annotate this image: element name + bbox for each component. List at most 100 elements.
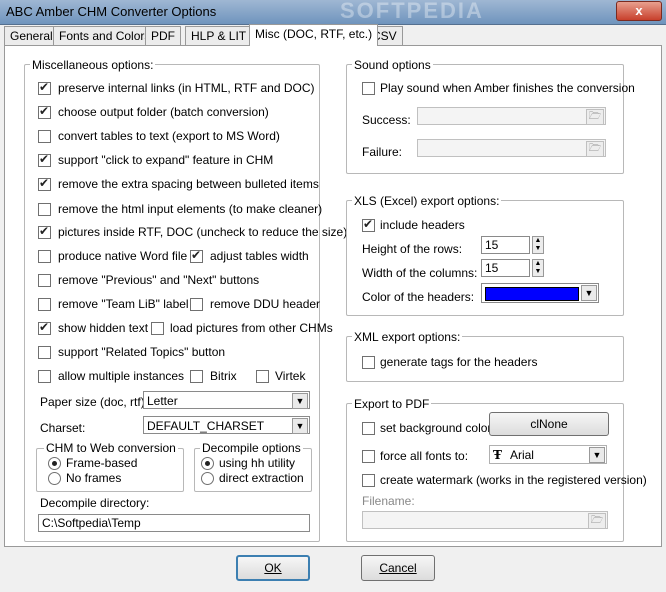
filename-input[interactable]: 🗁 xyxy=(362,511,608,529)
success-input[interactable]: 🗁 xyxy=(417,107,606,125)
checkbox-extra-spacing[interactable] xyxy=(38,176,51,191)
decompile-title: Decompile options xyxy=(200,441,303,455)
label-generate-tags: generate tags for the headers xyxy=(380,355,538,369)
radio-no-frames[interactable] xyxy=(48,472,61,485)
checkbox-related-topics[interactable] xyxy=(38,346,51,359)
close-button[interactable]: x xyxy=(616,1,662,21)
tab-pdf[interactable]: PDF xyxy=(145,26,181,45)
checkbox-play-sound[interactable] xyxy=(362,82,375,95)
label-native-word: produce native Word file xyxy=(58,249,188,263)
checkbox-html-input[interactable] xyxy=(38,203,51,216)
label-virtek: Virtek xyxy=(275,369,306,383)
label-watermark: create watermark (works in the registere… xyxy=(380,473,647,487)
label-force-fonts: force all fonts to: xyxy=(380,449,469,463)
tab-general[interactable]: General xyxy=(4,26,59,45)
checkbox-virtek[interactable] xyxy=(256,370,269,383)
bg-color-button[interactable]: clNone xyxy=(489,412,609,436)
label-bg-color: set background color xyxy=(380,421,492,435)
checkbox-multiple-instances[interactable] xyxy=(38,370,51,383)
window-title: ABC Amber CHM Converter Options xyxy=(6,4,217,19)
label-bitrix: Bitrix xyxy=(210,369,237,383)
font-value: Arial xyxy=(509,448,534,462)
checkbox-other-chms[interactable] xyxy=(151,322,164,335)
close-icon: x xyxy=(635,3,643,18)
decompile-dir-label: Decompile directory: xyxy=(40,496,150,510)
failure-label: Failure: xyxy=(362,145,403,159)
col-width-input[interactable]: 15 xyxy=(481,259,530,277)
label-play-sound: Play sound when Amber finishes the conve… xyxy=(380,81,635,95)
label-extra-spacing: remove the extra spacing between bullete… xyxy=(58,177,319,191)
checkbox-watermark[interactable] xyxy=(362,474,375,487)
checkbox-remove-prev-next[interactable] xyxy=(38,274,51,287)
cancel-label: Cancel xyxy=(379,561,417,575)
ok-label: OK xyxy=(264,561,282,575)
checkbox-generate-tags[interactable] xyxy=(362,356,375,369)
checkbox-pictures-inside[interactable] xyxy=(38,224,51,239)
label-include-headers: include headers xyxy=(380,218,465,232)
chevron-down-icon: ▼ xyxy=(292,418,308,434)
label-pictures-inside: pictures inside RTF, DOC (uncheck to red… xyxy=(58,225,348,239)
tab-hlp-lit[interactable]: HLP & LIT xyxy=(185,26,253,45)
checkbox-tables-to-text[interactable] xyxy=(38,130,51,143)
misc-options-title: Miscellaneous options: xyxy=(30,58,156,72)
radio-hh-utility[interactable] xyxy=(201,457,214,470)
label-hh-utility: using hh utility xyxy=(219,456,296,470)
decompile-dir-value: C:\Softpedia\Temp xyxy=(42,516,141,530)
label-direct-extraction: direct extraction xyxy=(219,471,304,485)
header-color-select[interactable]: ▼ xyxy=(481,283,599,303)
col-width-spinner[interactable]: ▲ ▼ xyxy=(532,259,544,277)
checkbox-ddu-header[interactable] xyxy=(190,298,203,311)
checkbox-click-to-expand[interactable] xyxy=(38,152,51,167)
success-label: Success: xyxy=(362,113,411,127)
folder-icon[interactable]: 🗁 xyxy=(588,513,606,529)
decompile-dir-input[interactable]: C:\Softpedia\Temp xyxy=(38,514,310,532)
checkbox-bg-color[interactable] xyxy=(362,422,375,435)
tab-fonts-and-colors[interactable]: Fonts and Colors xyxy=(53,26,157,45)
label-frame-based: Frame-based xyxy=(66,456,138,470)
col-width-value: 15 xyxy=(485,261,499,275)
checkbox-team-lib[interactable] xyxy=(38,298,51,311)
label-no-frames: No frames xyxy=(66,471,122,485)
checkbox-native-word[interactable] xyxy=(38,250,51,263)
failure-input[interactable]: 🗁 xyxy=(417,139,606,157)
checkbox-preserve-links[interactable] xyxy=(38,80,51,95)
radio-frame-based[interactable] xyxy=(48,457,61,470)
ok-button[interactable]: OK xyxy=(236,555,310,581)
chevron-down-icon: ▼ xyxy=(292,393,308,409)
charset-label: Charset: xyxy=(40,421,86,435)
row-height-spinner[interactable]: ▲ ▼ xyxy=(532,236,544,254)
folder-icon[interactable]: 🗁 xyxy=(586,141,604,157)
paper-size-select[interactable]: Letter ▼ xyxy=(143,391,310,409)
label-remove-prev-next: remove "Previous" and "Next" buttons xyxy=(58,273,260,287)
row-height-input[interactable]: 15 xyxy=(481,236,530,254)
checkbox-output-folder[interactable] xyxy=(38,104,51,119)
chevron-down-icon: ▼ xyxy=(589,447,605,463)
label-html-input: remove the html input elements (to make … xyxy=(58,202,323,216)
label-output-folder: choose output folder (batch conversion) xyxy=(58,105,269,119)
label-multiple-instances: allow multiple instances xyxy=(58,369,185,383)
paper-size-label: Paper size (doc, rtf): xyxy=(40,395,149,409)
radio-direct-extraction[interactable] xyxy=(201,472,214,485)
chevron-down-icon: ▼ xyxy=(581,285,597,301)
checkbox-bitrix[interactable] xyxy=(190,370,203,383)
row-height-label: Height of the rows: xyxy=(362,242,463,256)
checkbox-include-headers[interactable] xyxy=(362,217,375,232)
charset-select[interactable]: DEFAULT_CHARSET ▼ xyxy=(143,416,310,434)
pdf-export-title: Export to PDF xyxy=(352,397,432,411)
checkbox-hidden-text[interactable] xyxy=(38,320,51,335)
folder-icon[interactable]: 🗁 xyxy=(586,109,604,125)
cancel-button[interactable]: Cancel xyxy=(361,555,435,581)
checkbox-force-fonts[interactable] xyxy=(362,450,375,463)
font-select[interactable]: Ŧ Arial ▼ xyxy=(489,445,607,464)
checkbox-adjust-tables[interactable] xyxy=(190,248,203,263)
paper-size-value: Letter xyxy=(147,394,178,408)
chm-web-title: CHM to Web conversion xyxy=(44,441,178,455)
col-width-label: Width of the columns: xyxy=(362,266,478,280)
label-ddu-header: remove DDU header xyxy=(210,297,321,311)
tab-misc[interactable]: Misc (DOC, RTF, etc.) xyxy=(249,24,379,46)
xml-export-title: XML export options: xyxy=(352,330,463,344)
xls-export-title: XLS (Excel) export options: xyxy=(352,194,502,208)
title-bar: ABC Amber CHM Converter Options SOFTPEDI… xyxy=(0,0,666,25)
header-color-swatch xyxy=(485,287,579,301)
row-height-value: 15 xyxy=(485,238,499,252)
